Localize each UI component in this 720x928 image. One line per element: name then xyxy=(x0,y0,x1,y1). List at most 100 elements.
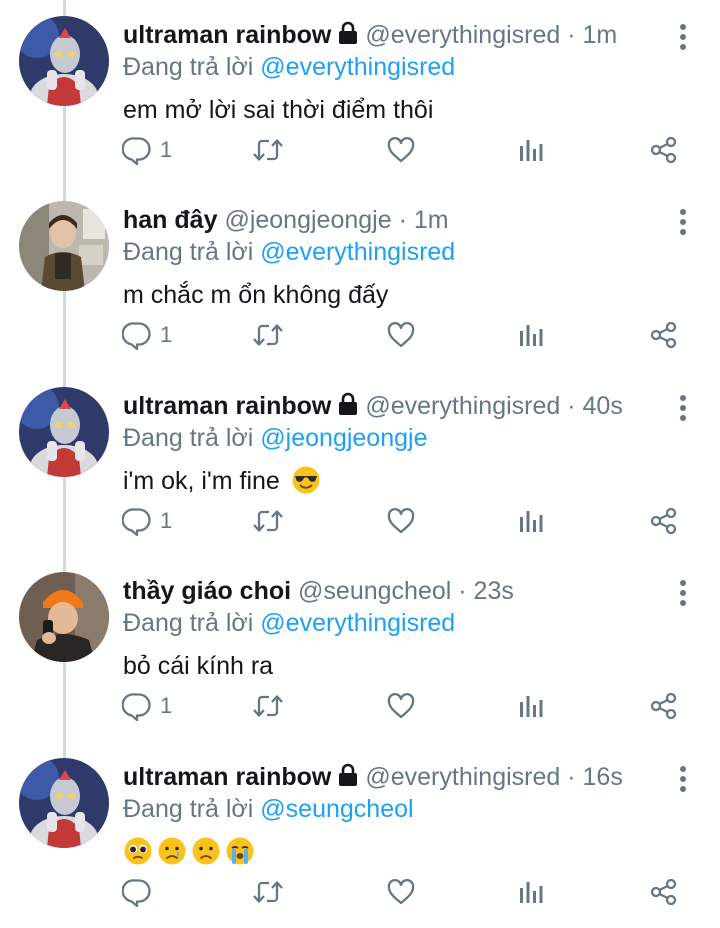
tweet-text: m chắc m ổn không đấy xyxy=(123,281,389,309)
action-bar: 1 xyxy=(0,684,720,728)
share-icon xyxy=(650,878,677,906)
more-vertical-icon[interactable] xyxy=(672,207,694,237)
more-vertical-icon[interactable] xyxy=(672,764,694,794)
like-button[interactable] xyxy=(386,128,416,172)
pleading-face-emoji xyxy=(124,837,152,865)
separator-dot: · xyxy=(458,577,467,605)
share-button[interactable] xyxy=(650,684,678,728)
replying-to-label: Đang trả lời xyxy=(123,795,254,823)
share-button[interactable] xyxy=(650,499,678,543)
replying-to: Đang trả lời @everythingisred xyxy=(123,235,455,269)
reply-icon xyxy=(122,879,151,907)
reply-button[interactable]: 1 xyxy=(122,128,172,172)
retweet-button[interactable] xyxy=(252,870,284,914)
tweet-text-content: i'm ok, i'm fine xyxy=(123,467,280,495)
like-button[interactable] xyxy=(386,870,416,914)
avatar[interactable] xyxy=(19,16,109,106)
action-bar: 1 xyxy=(0,313,720,357)
analytics-icon xyxy=(520,882,543,903)
tweet-emoji-row xyxy=(123,836,255,870)
action-bar: 1 xyxy=(0,128,720,172)
user-handle[interactable]: @everythingisred xyxy=(365,21,560,49)
replying-to: Đang trả lời @everythingisred xyxy=(123,606,455,640)
timestamp[interactable]: 1m xyxy=(414,206,449,234)
reply-icon xyxy=(122,693,151,721)
share-icon xyxy=(650,507,677,535)
replying-to-label: Đang trả lời xyxy=(123,424,254,452)
heart-icon xyxy=(387,693,415,719)
user-handle[interactable]: @seungcheol xyxy=(298,577,451,605)
reply-count: 1 xyxy=(160,137,173,162)
reply-button[interactable]: 1 xyxy=(122,499,172,543)
share-icon xyxy=(650,136,677,164)
user-handle[interactable]: @jeongjeongje xyxy=(224,206,391,234)
timestamp[interactable]: 23s xyxy=(474,577,514,605)
display-name[interactable]: han đây xyxy=(123,206,217,234)
share-button[interactable] xyxy=(650,870,678,914)
retweet-button[interactable] xyxy=(252,684,284,728)
reply-count: 1 xyxy=(160,508,173,533)
heart-icon xyxy=(387,879,415,905)
more-vertical-icon[interactable] xyxy=(672,22,694,52)
share-button[interactable] xyxy=(650,313,678,357)
heart-icon xyxy=(387,322,415,348)
display-name[interactable]: thầy giáo choi xyxy=(123,577,291,605)
mention-link[interactable]: @jeongjeongje xyxy=(260,424,427,452)
timestamp[interactable]: 1m xyxy=(583,21,618,49)
timestamp[interactable]: 40s xyxy=(583,392,623,420)
more-vertical-icon[interactable] xyxy=(672,578,694,608)
lock-icon xyxy=(337,20,359,54)
retweet-button[interactable] xyxy=(252,128,284,172)
analytics-button[interactable] xyxy=(518,870,544,914)
separator-dot: · xyxy=(567,21,576,49)
reply-button[interactable]: 1 xyxy=(122,684,172,728)
avatar[interactable] xyxy=(19,387,109,477)
retweet-icon xyxy=(253,510,283,532)
analytics-icon xyxy=(520,511,543,532)
replying-to: Đang trả lời @everythingisred xyxy=(123,50,455,84)
heart-icon xyxy=(387,137,415,163)
reply-button[interactable] xyxy=(122,870,160,914)
retweet-button[interactable] xyxy=(252,313,284,357)
like-button[interactable] xyxy=(386,313,416,357)
timestamp[interactable]: 16s xyxy=(583,763,623,791)
tweet[interactable]: thầy giáo choi @seungcheol · 23s Đang tr… xyxy=(0,556,720,742)
display-name[interactable]: ultraman rainbow xyxy=(123,21,331,49)
mention-link[interactable]: @everythingisred xyxy=(260,53,455,81)
mention-link[interactable]: @everythingisred xyxy=(260,238,455,266)
reply-icon xyxy=(122,137,151,165)
analytics-button[interactable] xyxy=(518,684,544,728)
analytics-button[interactable] xyxy=(518,128,544,172)
tweet[interactable]: han đây @jeongjeongje · 1m Đang trả lời … xyxy=(0,185,720,371)
separator-dot: · xyxy=(398,206,407,234)
tweet[interactable]: ultraman rainbow @everythingisred · 40s Đ… xyxy=(0,371,720,557)
replying-to: Đang trả lời @seungcheol xyxy=(123,792,414,826)
user-handle[interactable]: @everythingisred xyxy=(365,392,560,420)
action-bar xyxy=(0,870,720,914)
more-vertical-icon[interactable] xyxy=(672,393,694,423)
tweet[interactable]: ultraman rainbow @everythingisred · 1m Đa… xyxy=(0,0,720,186)
crying-face-emoji xyxy=(158,837,186,865)
separator-dot: · xyxy=(567,392,576,420)
tweet-text: bỏ cái kính ra xyxy=(123,652,274,680)
user-handle[interactable]: @everythingisred xyxy=(365,763,560,791)
loudly-crying-face-emoji xyxy=(226,837,254,865)
mention-link[interactable]: @everythingisred xyxy=(260,609,455,637)
retweet-button[interactable] xyxy=(252,499,284,543)
analytics-button[interactable] xyxy=(518,313,544,357)
smiling-face-with-sunglasses-emoji xyxy=(292,466,320,494)
tweet[interactable]: ultraman rainbow @everythingisred · 16s Đ… xyxy=(0,742,720,928)
display-name[interactable]: ultraman rainbow xyxy=(123,392,331,420)
like-button[interactable] xyxy=(386,499,416,543)
reply-button[interactable]: 1 xyxy=(122,313,172,357)
avatar[interactable] xyxy=(19,758,109,848)
analytics-button[interactable] xyxy=(518,499,544,543)
avatar[interactable] xyxy=(19,572,109,662)
mention-link[interactable]: @seungcheol xyxy=(260,795,413,823)
share-button[interactable] xyxy=(650,128,678,172)
like-button[interactable] xyxy=(386,684,416,728)
reply-count: 1 xyxy=(160,322,173,347)
avatar[interactable] xyxy=(19,201,109,291)
display-name[interactable]: ultraman rainbow xyxy=(123,763,331,791)
lock-icon xyxy=(337,762,359,796)
